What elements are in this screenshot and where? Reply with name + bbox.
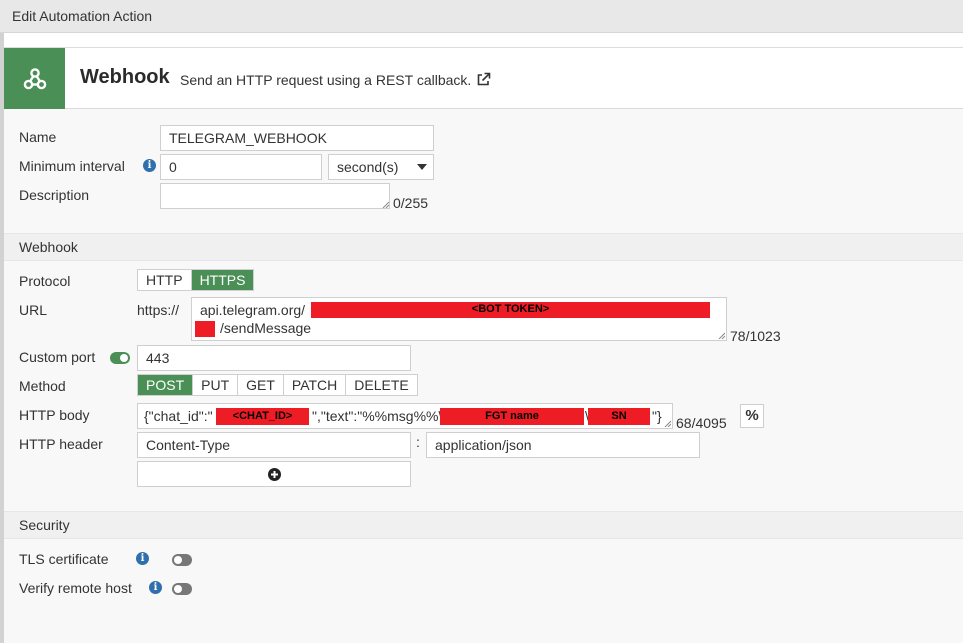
- name-label: Name: [19, 129, 57, 145]
- window-titlebar: Edit Automation Action: [0, 0, 963, 33]
- http-header-value-input[interactable]: application/json: [426, 432, 700, 458]
- url-host: api.telegram.org/: [200, 302, 306, 318]
- body-text-1: {"chat_id":": [144, 408, 213, 424]
- redacted-chat-id: <CHAT_ID>: [216, 408, 309, 425]
- http-header-label: HTTP header: [19, 436, 103, 452]
- verify-remote-host-toggle[interactable]: [172, 583, 192, 595]
- description-counter: 0/255: [393, 195, 429, 211]
- webhook-section-title: Webhook: [19, 239, 78, 255]
- webhook-section-header: Webhook: [4, 233, 963, 261]
- protocol-option-https[interactable]: HTTPS: [191, 270, 254, 290]
- url-prefix: https://: [137, 302, 180, 318]
- interval-unit-value: second(s): [337, 159, 399, 175]
- url-label: URL: [19, 302, 48, 318]
- redacted-fgt-name: FGT name: [440, 408, 584, 425]
- window-title: Edit Automation Action: [12, 8, 153, 24]
- method-option-delete[interactable]: DELETE: [346, 375, 416, 395]
- interval-input[interactable]: 0: [160, 154, 322, 180]
- info-icon[interactable]: i: [149, 581, 162, 594]
- description-label: Description: [19, 187, 90, 203]
- http-body-label: HTTP body: [19, 407, 90, 423]
- action-header: Webhook Send an HTTP request using a RES…: [4, 48, 963, 109]
- action-description: Send an HTTP request using a REST callba…: [180, 72, 491, 90]
- redacted-token-continuation: [195, 321, 215, 337]
- url-line-2: /sendMessage: [200, 319, 726, 337]
- tls-certificate-label: TLS certificate: [19, 551, 109, 567]
- verify-remote-host-label: Verify remote host: [19, 580, 132, 596]
- body-text-2: ","text":"%%msg%%\: [312, 408, 443, 424]
- method-toggle: POST PUT GET PATCH DELETE: [137, 374, 418, 396]
- method-option-patch[interactable]: PATCH: [284, 375, 347, 395]
- resize-handle-icon[interactable]: [718, 332, 725, 339]
- method-label: Method: [19, 378, 66, 394]
- http-header-key-input[interactable]: Content-Type: [137, 432, 411, 458]
- plus-circle-icon: [268, 468, 281, 481]
- protocol-toggle: HTTP HTTPS: [137, 269, 255, 291]
- url-path: /sendMessage: [220, 320, 312, 336]
- security-section-title: Security: [19, 517, 70, 533]
- info-icon[interactable]: i: [136, 552, 149, 565]
- chevron-down-icon: [417, 164, 427, 170]
- protocol-option-http[interactable]: HTTP: [138, 270, 192, 290]
- protocol-label: Protocol: [19, 273, 71, 289]
- interval-label: Minimum interval: [19, 158, 125, 174]
- name-input[interactable]: TELEGRAM_WEBHOOK: [160, 125, 434, 151]
- redacted-bot-token: <BOT TOKEN>: [311, 302, 710, 318]
- custom-port-toggle[interactable]: [110, 352, 130, 364]
- method-option-put[interactable]: PUT: [193, 375, 239, 395]
- method-option-post[interactable]: POST: [138, 375, 194, 395]
- info-icon[interactable]: i: [143, 159, 156, 172]
- webhook-icon: [4, 48, 65, 109]
- method-option-get[interactable]: GET: [238, 375, 284, 395]
- description-input[interactable]: [160, 183, 390, 209]
- percent-variable-button[interactable]: %: [740, 404, 764, 428]
- tls-certificate-toggle[interactable]: [172, 554, 192, 566]
- http-body-counter: 68/4095: [676, 415, 727, 431]
- action-description-text: Send an HTTP request using a REST callba…: [180, 72, 472, 88]
- body-text-4: "}: [652, 408, 662, 424]
- redacted-sn: SN: [588, 408, 650, 425]
- header-separator: :: [416, 434, 420, 450]
- action-title: Webhook: [80, 66, 170, 88]
- resize-handle-icon[interactable]: [382, 201, 389, 208]
- resize-handle-icon[interactable]: [664, 420, 671, 427]
- custom-port-label: Custom port: [19, 349, 96, 365]
- add-header-button[interactable]: [137, 461, 411, 487]
- url-counter: 78/1023: [730, 328, 781, 344]
- external-link-icon[interactable]: [476, 72, 491, 90]
- edit-panel: Webhook Send an HTTP request using a RES…: [4, 47, 963, 643]
- custom-port-input[interactable]: 443: [137, 345, 411, 371]
- security-section-header: Security: [4, 511, 963, 539]
